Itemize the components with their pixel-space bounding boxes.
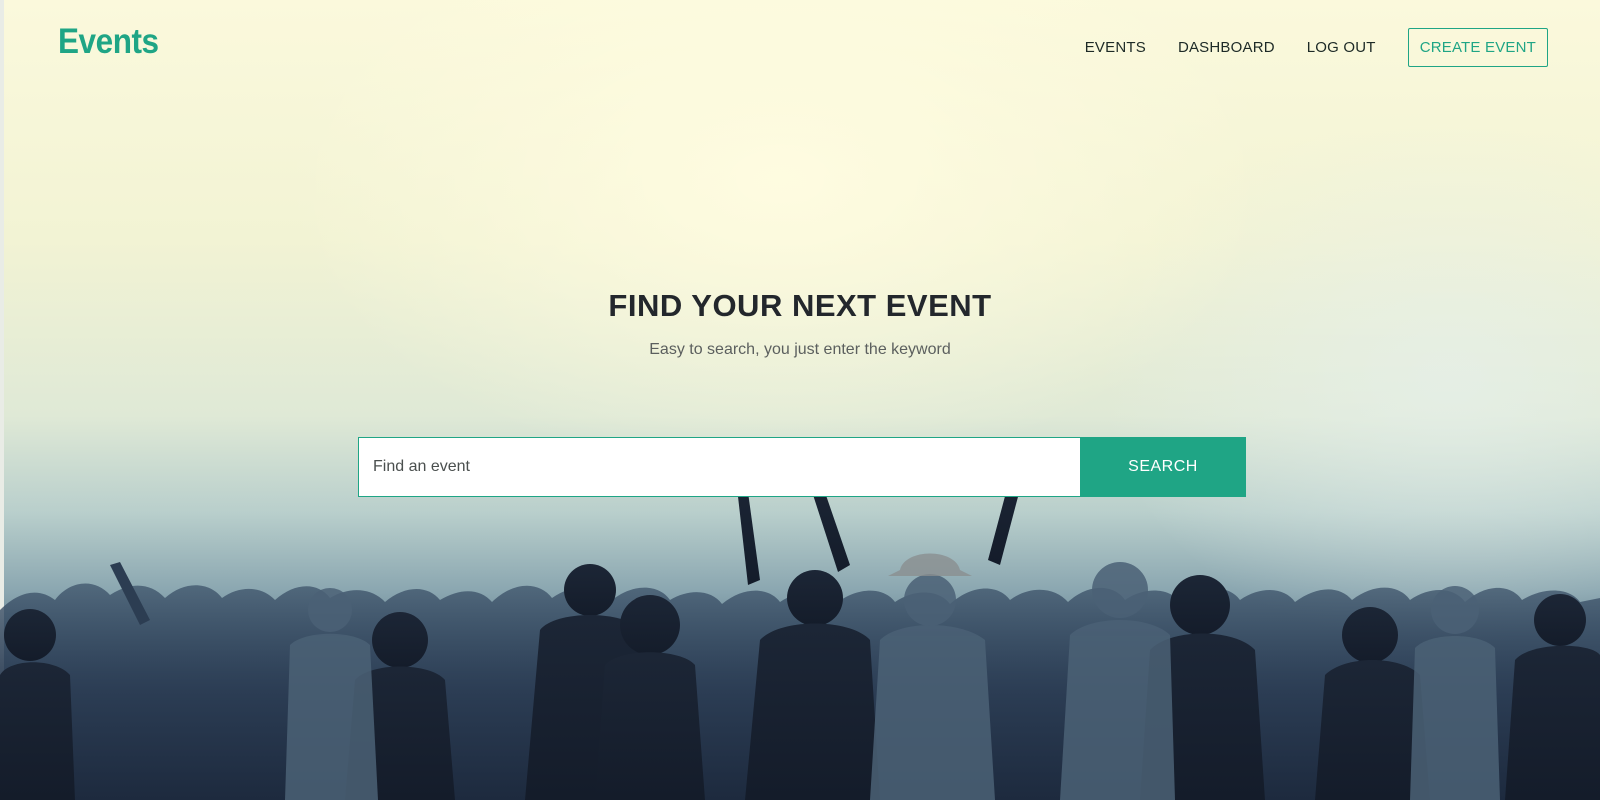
hero-background	[0, 0, 1600, 800]
search-form: SEARCH	[358, 437, 1246, 497]
brand-logo[interactable]: Events	[58, 22, 159, 62]
nav-dashboard-link[interactable]: DASHBOARD	[1178, 39, 1275, 56]
nav-logout-link[interactable]: LOG OUT	[1307, 39, 1376, 56]
search-input[interactable]	[358, 437, 1080, 497]
crowd-silhouette	[0, 470, 1600, 800]
hero-title: FIND YOUR NEXT EVENT	[608, 288, 992, 323]
nav-events-link[interactable]: EVENTS	[1085, 39, 1146, 56]
create-event-button[interactable]: CREATE EVENT	[1407, 28, 1548, 67]
top-nav: EVENTS DASHBOARD LOG OUT CREATE EVENT	[1053, 28, 1548, 67]
hero-subtitle: Easy to search, you just enter the keywo…	[649, 341, 951, 358]
search-button[interactable]: SEARCH	[1080, 437, 1246, 497]
